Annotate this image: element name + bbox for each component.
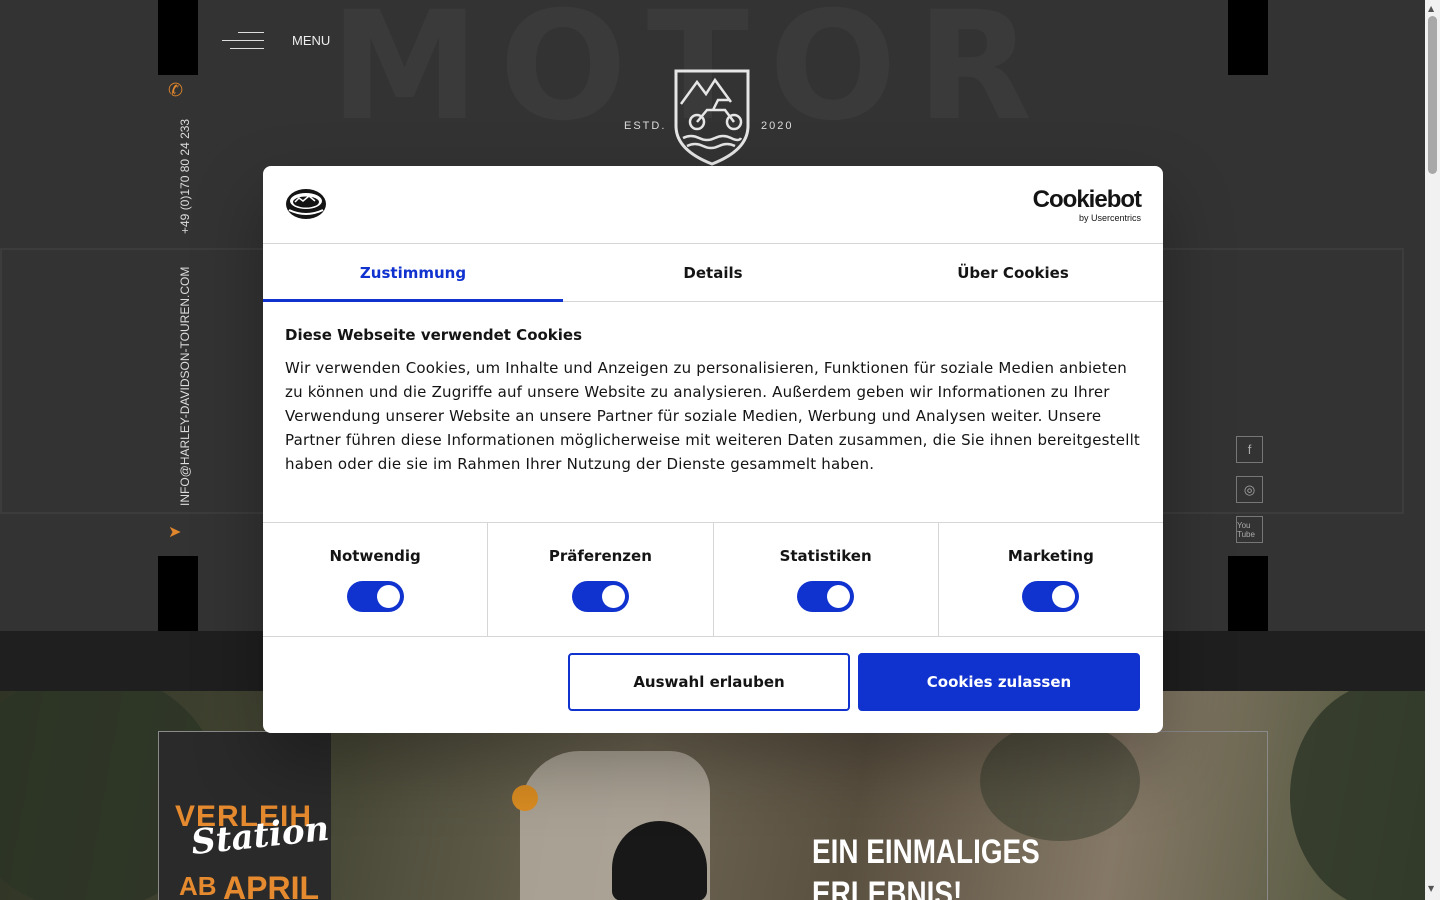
category-notwendig: Notwendig xyxy=(263,523,489,636)
category-label: Notwendig xyxy=(329,547,421,565)
category-statistiken: Statistiken xyxy=(714,523,939,636)
dialog-description: Wir verwenden Cookies, um Inhalte und An… xyxy=(285,359,1141,473)
phone-link[interactable]: +49 (0)170 80 24 233 xyxy=(178,119,192,234)
scroll-thumb[interactable] xyxy=(1428,16,1437,174)
cookiebot-logo[interactable]: Cookiebot by Usercentrics xyxy=(1032,186,1142,224)
rental-promo-badge[interactable]: VERLEIH Station AB APRIL xyxy=(159,732,331,900)
facebook-icon[interactable]: f xyxy=(1236,436,1263,463)
site-logo[interactable]: ESTD. 2020 xyxy=(624,68,804,168)
tab-ueber-cookies[interactable]: Über Cookies xyxy=(863,244,1163,301)
cookie-consent-dialog: Cookiebot by Usercentrics Zustimmung Det… xyxy=(263,166,1163,733)
youtube-icon[interactable]: You Tube xyxy=(1236,516,1263,543)
category-label: Marketing xyxy=(1007,547,1094,565)
hero-headline: EIN EINMALIGES ERLEBNIS! xyxy=(812,831,1040,900)
scroll-up-icon[interactable]: ▲ xyxy=(1428,4,1434,13)
allow-all-cookies-button[interactable]: Cookies zulassen xyxy=(858,653,1140,711)
toggle-switch-notwendig[interactable] xyxy=(346,581,404,612)
send-icon[interactable]: ➤ xyxy=(168,522,181,541)
logo-year: 2020 xyxy=(761,120,794,132)
frame-bar xyxy=(158,0,198,75)
site-badge-icon xyxy=(286,189,326,219)
allow-selection-button[interactable]: Auswahl erlauben xyxy=(568,653,850,711)
dialog-header: Cookiebot by Usercentrics xyxy=(263,166,1163,244)
dialog-title: Diese Webseite verwendet Cookies xyxy=(285,326,583,344)
category-label: Präferenzen xyxy=(548,547,652,565)
category-marketing: Marketing xyxy=(939,523,1163,636)
tree-shape xyxy=(1290,691,1425,900)
menu-button[interactable]: MENU xyxy=(222,28,330,52)
toggle-switch-praeferenzen[interactable] xyxy=(571,581,629,612)
promo-april: APRIL xyxy=(223,870,319,900)
toggle-switch-statistiken[interactable] xyxy=(797,581,855,612)
frame-bar xyxy=(1228,556,1268,631)
page-scrollbar[interactable]: ▲ ▼ xyxy=(1425,0,1440,900)
hero-headline-line1: EIN EINMALIGES xyxy=(812,833,1040,871)
cookiebot-name: Cookiebot xyxy=(1032,186,1142,213)
scroll-down-icon[interactable]: ▼ xyxy=(1428,884,1434,893)
email-link[interactable]: INFO@HARLEY-DAVIDSON-TOUREN.COM xyxy=(178,267,192,506)
cookie-category-toggles: Notwendig Präferenzen Statistiken Market… xyxy=(263,523,1163,637)
toggle-switch-marketing[interactable] xyxy=(1022,581,1080,612)
category-praeferenzen: Präferenzen xyxy=(488,523,714,636)
side-contact-bar: ✆ +49 (0)170 80 24 233 INFO@HARLEY-DAVID… xyxy=(160,76,196,556)
hamburger-icon xyxy=(222,28,264,52)
hero-headline-line2: ERLEBNIS! xyxy=(812,875,963,900)
frame-bar xyxy=(1228,0,1268,75)
dialog-tabs: Zustimmung Details Über Cookies xyxy=(263,244,1163,302)
motorcycle-shield-icon xyxy=(674,69,750,166)
dialog-actions: Auswahl erlauben Cookies zulassen xyxy=(263,637,1163,733)
tab-zustimmung[interactable]: Zustimmung xyxy=(263,244,563,302)
promo-ab: AB xyxy=(179,872,217,900)
logo-estd: ESTD. xyxy=(624,120,667,132)
cookiebot-sub: by Usercentrics xyxy=(1078,213,1141,223)
instagram-icon[interactable]: ◎ xyxy=(1236,476,1263,503)
dialog-body: Diese Webseite verwendet Cookies Wir ver… xyxy=(263,302,1163,523)
phone-icon[interactable]: ✆ xyxy=(168,80,183,101)
tab-details[interactable]: Details xyxy=(563,244,863,301)
frame-bar xyxy=(158,556,198,631)
category-label: Statistiken xyxy=(779,547,872,565)
menu-label: MENU xyxy=(292,32,331,48)
